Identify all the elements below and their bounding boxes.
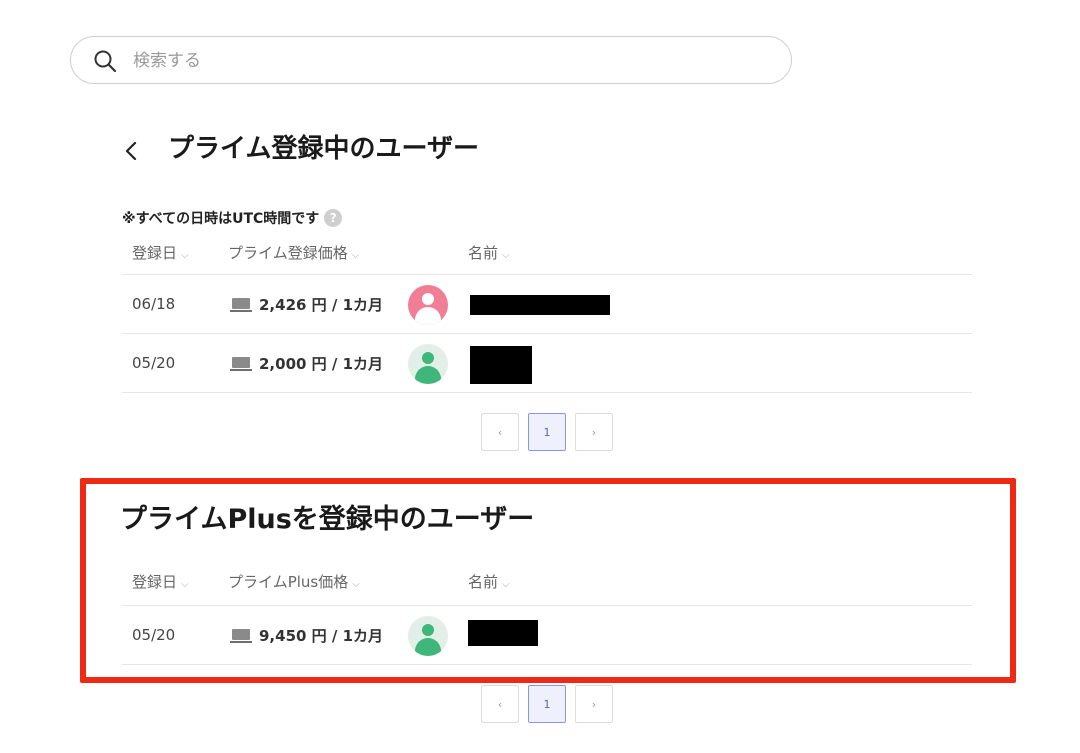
search-input[interactable] bbox=[133, 49, 733, 73]
row-date: 05/20 bbox=[132, 354, 176, 372]
laptop-icon bbox=[230, 356, 252, 371]
next-page-button[interactable]: › bbox=[575, 685, 613, 723]
table-row[interactable]: 05/20 9,450 円 / 1カ月 bbox=[122, 606, 972, 665]
table-header: 登録日 ⌵ プライム登録価格 ⌵ 名前 ⌵ bbox=[122, 228, 972, 275]
row-price: 9,450 円 / 1カ月 bbox=[230, 625, 383, 646]
search-bar[interactable] bbox=[70, 36, 792, 84]
user-avatar-icon[interactable] bbox=[408, 285, 448, 325]
search-icon bbox=[94, 50, 117, 73]
back-chevron-icon[interactable] bbox=[122, 140, 140, 162]
row-price: 2,000 円 / 1カ月 bbox=[230, 353, 383, 374]
redacted-name bbox=[470, 295, 610, 315]
timezone-note: ※すべての日時はUTC時間です ? bbox=[122, 208, 343, 228]
pagination: ‹ 1 › bbox=[481, 413, 613, 451]
header-label: プライムPlus価格 bbox=[228, 573, 349, 591]
redacted-name bbox=[470, 346, 532, 384]
sort-chevron-down-icon: ⌵ bbox=[351, 250, 360, 261]
page-1-button[interactable]: 1 bbox=[528, 413, 566, 451]
pagination: ‹ 1 › bbox=[481, 685, 613, 723]
header-label: 登録日 bbox=[132, 573, 178, 591]
sort-by-name-header[interactable]: 名前 ⌵ bbox=[468, 242, 510, 263]
prev-page-button[interactable]: ‹ bbox=[481, 413, 519, 451]
help-icon[interactable]: ? bbox=[324, 209, 343, 227]
sort-by-date-header[interactable]: 登録日 ⌵ bbox=[132, 571, 189, 592]
row-date: 06/18 bbox=[132, 295, 176, 313]
page-1-button[interactable]: 1 bbox=[528, 685, 566, 723]
sort-chevron-down-icon: ⌵ bbox=[502, 250, 510, 261]
table-header: 登録日 ⌵ プライムPlus価格 ⌵ 名前 ⌵ bbox=[122, 562, 972, 606]
row-price-text: 2,426 円 / 1カ月 bbox=[259, 296, 384, 314]
sort-by-price-header[interactable]: プライムPlus価格 ⌵ bbox=[228, 571, 360, 592]
header-label: プライム登録価格 bbox=[228, 244, 348, 262]
header-label: 名前 bbox=[468, 244, 499, 262]
sort-by-name-header[interactable]: 名前 ⌵ bbox=[468, 571, 510, 592]
next-page-button[interactable]: › bbox=[575, 413, 613, 451]
sort-chevron-down-icon: ⌵ bbox=[352, 579, 360, 590]
header-label: 登録日 bbox=[132, 244, 178, 262]
user-avatar-icon[interactable] bbox=[408, 344, 448, 384]
sort-chevron-down-icon: ⌵ bbox=[181, 579, 189, 590]
page-title: プライム登録中のユーザー bbox=[168, 134, 479, 164]
prime-users-table: 登録日 ⌵ プライム登録価格 ⌵ 名前 ⌵ 06/18 2,426 円 / 1カ月 0… bbox=[122, 228, 972, 393]
prev-page-button[interactable]: ‹ bbox=[481, 685, 519, 723]
sort-chevron-down-icon: ⌵ bbox=[181, 250, 189, 261]
timezone-note-text: ※すべての日時はUTC時間です bbox=[122, 211, 320, 227]
section-title-plus: プライムPlusを登録中のユーザー bbox=[120, 504, 535, 535]
table-row[interactable]: 06/18 2,426 円 / 1カ月 bbox=[122, 275, 972, 334]
row-price: 2,426 円 / 1カ月 bbox=[230, 294, 383, 315]
table-row[interactable]: 05/20 2,000 円 / 1カ月 bbox=[122, 334, 972, 393]
user-avatar-icon[interactable] bbox=[408, 616, 448, 656]
laptop-icon bbox=[230, 297, 252, 312]
sort-chevron-down-icon: ⌵ bbox=[502, 579, 510, 590]
sort-by-price-header[interactable]: プライム登録価格 ⌵ bbox=[228, 242, 359, 263]
row-price-text: 2,000 円 / 1カ月 bbox=[259, 355, 384, 373]
redacted-name bbox=[468, 620, 538, 646]
sort-by-date-header[interactable]: 登録日 ⌵ bbox=[132, 242, 189, 263]
row-price-text: 9,450 円 / 1カ月 bbox=[259, 627, 384, 645]
row-date: 05/20 bbox=[132, 626, 176, 644]
header-label: 名前 bbox=[468, 573, 499, 591]
laptop-icon bbox=[230, 628, 252, 643]
